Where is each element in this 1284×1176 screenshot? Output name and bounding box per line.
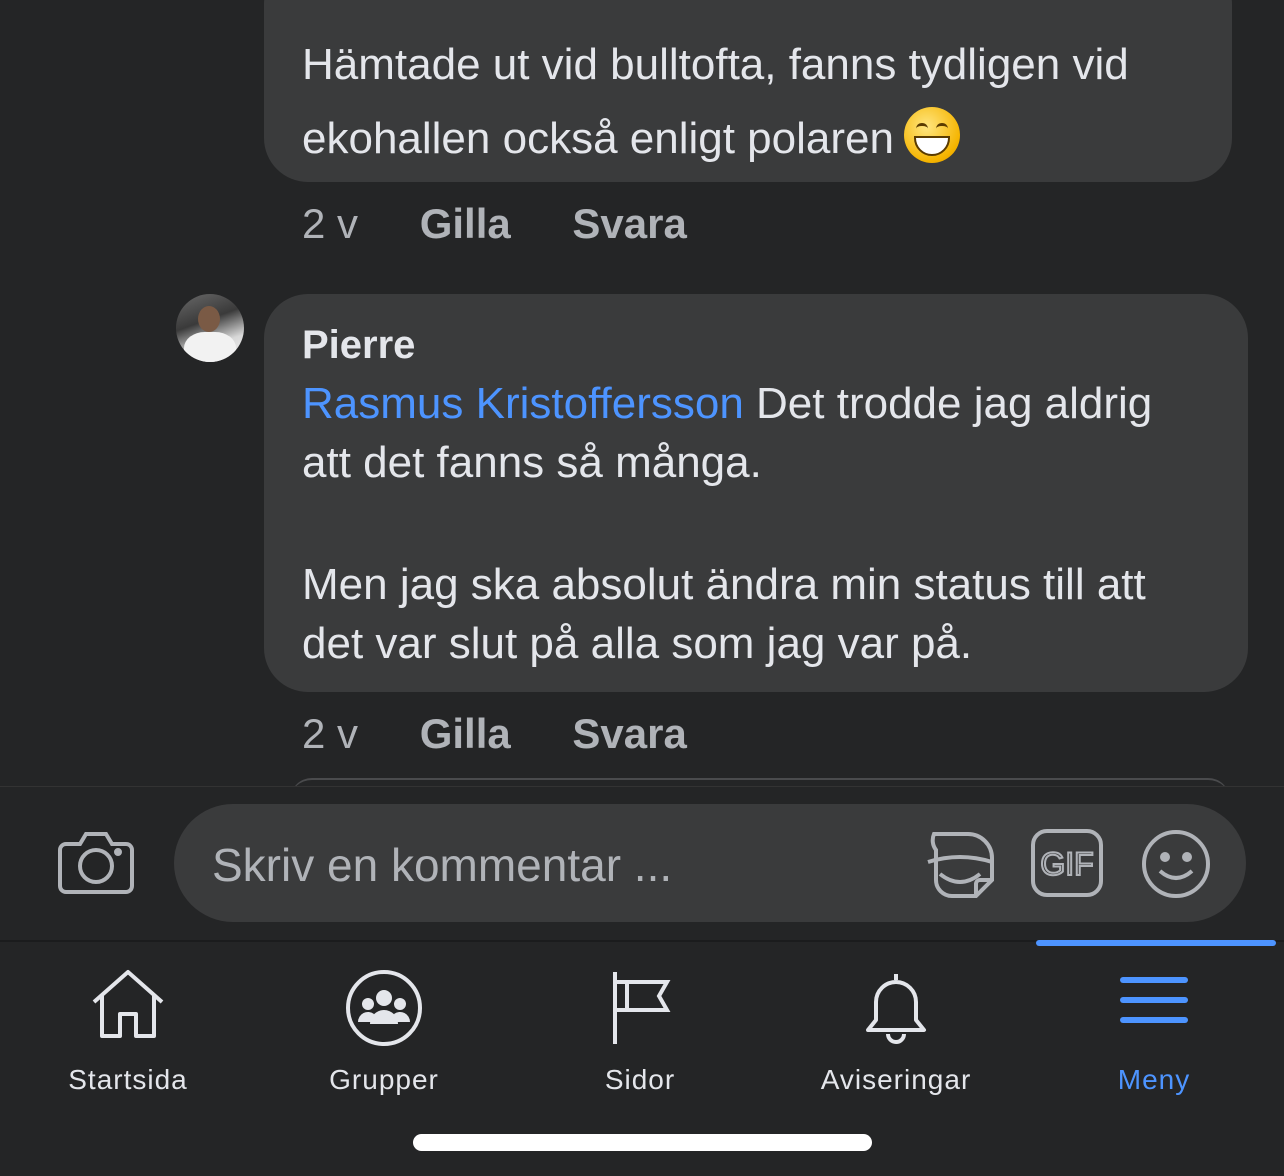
comment-bubble: Hämtade ut vid bulltofta, fanns tydligen… [264, 0, 1232, 182]
reply-button[interactable]: Svara [572, 200, 686, 248]
comment-text-paragraph: Men jag ska absolut ändra min status til… [302, 560, 1146, 668]
tab-grupper[interactable]: Grupper [256, 960, 512, 1110]
comment-bubble: Pierre Rasmus Kristoffersson Det trodde … [264, 294, 1248, 692]
like-button[interactable]: Gilla [420, 710, 511, 758]
tab-label: Aviseringar [820, 1064, 972, 1095]
sticker-icon[interactable] [922, 826, 998, 907]
emoji-icon[interactable] [1140, 828, 1212, 905]
tab-startsida[interactable]: Startsida [0, 960, 256, 1110]
svg-text:GIF: GIF [1040, 846, 1093, 882]
tab-meny[interactable]: Meny [1026, 960, 1282, 1110]
tab-label: Sidor [604, 1064, 676, 1095]
tab-label: Meny [1117, 1064, 1191, 1095]
flag-icon [613, 972, 671, 1044]
comment-text: Hämtade ut vid bulltofta, fanns tydligen… [302, 40, 1129, 163]
tab-sidor[interactable]: Sidor [512, 960, 768, 1110]
comment-text: Rasmus Kristoffersson Det trodde jag ald… [302, 379, 1153, 487]
tab-label: Grupper [329, 1064, 439, 1095]
comment-author[interactable]: Pierre [302, 320, 1212, 370]
home-icon [92, 970, 164, 1038]
active-tab-indicator [1036, 940, 1276, 946]
gif-icon[interactable]: GIF [1030, 828, 1104, 903]
tab-aviseringar[interactable]: Aviseringar [768, 960, 1024, 1110]
camera-icon[interactable] [58, 826, 134, 901]
reply-button[interactable]: Svara [572, 710, 686, 758]
groups-icon [346, 970, 422, 1046]
comment-actions: 2 v Gilla Svara [302, 710, 737, 758]
comment-actions: 2 v Gilla Svara [302, 200, 737, 248]
home-indicator[interactable] [413, 1134, 872, 1151]
comment-time: 2 v [302, 200, 359, 247]
tab-label: Startsida [68, 1064, 188, 1095]
grinning-face-emoji [903, 107, 960, 163]
avatar[interactable] [176, 294, 244, 362]
like-button[interactable]: Gilla [420, 200, 511, 248]
menu-icon [1120, 977, 1188, 1023]
comment-input-placeholder: Skriv en kommentar ... [212, 839, 673, 891]
bell-icon [866, 974, 926, 1044]
comment-time: 2 v [302, 710, 359, 757]
mention-link[interactable]: Rasmus Kristoffersson [302, 379, 744, 428]
